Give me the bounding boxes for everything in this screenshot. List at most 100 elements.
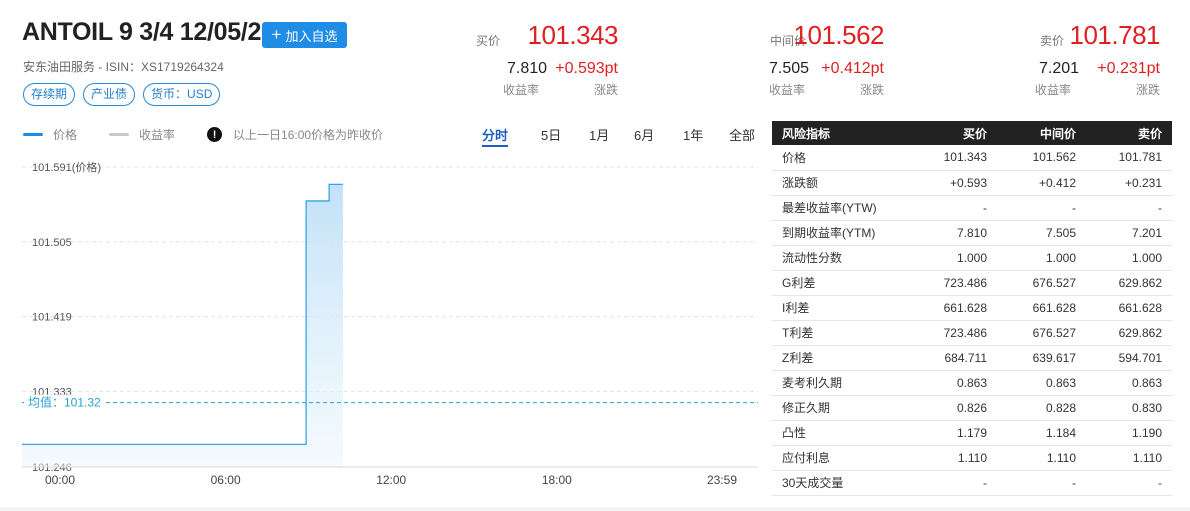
risk-table: 风险指标 买价 中间价 卖价 价格 101.343 101.562 101.781 涨跌… [772, 121, 1172, 496]
price-area [22, 184, 343, 467]
tab-5-day[interactable]: 5日 [541, 125, 561, 144]
risk-metric-value: 7.201 [1080, 220, 1172, 246]
risk-metric-value: - [915, 470, 991, 496]
tag-industry-bond[interactable]: 产业债 [83, 83, 136, 106]
risk-metric-name: T利差 [772, 320, 915, 346]
risk-metric-name: Z利差 [772, 345, 915, 371]
tab-1-year[interactable]: 1年 [683, 125, 703, 144]
add-watchlist-label: 加入自选 [285, 28, 338, 44]
bid-yield-label: 收益率 [503, 83, 540, 97]
y-tick-label: 101.505 [32, 237, 72, 249]
tab-1-month[interactable]: 1月 [589, 125, 609, 144]
risk-metric-value: 1.190 [1080, 420, 1172, 446]
yield-line-swatch [109, 133, 130, 136]
bond-title: ANTOIL 9 3/4 12/05/20 [22, 18, 275, 46]
risk-metric-value: 7.505 [991, 220, 1080, 246]
ask-price: 101.781 [1069, 20, 1161, 50]
risk-metric-value: 629.862 [1080, 320, 1172, 346]
table-row: 应付利息 1.110 1.110 1.110 [772, 445, 1172, 471]
table-row: 凸性 1.179 1.184 1.190 [772, 420, 1172, 446]
risk-metric-value: 676.527 [991, 270, 1080, 296]
table-row: I利差 661.628 661.628 661.628 [772, 295, 1172, 321]
risk-metric-value: 0.863 [915, 370, 991, 396]
table-row: 价格 101.343 101.562 101.781 [772, 145, 1172, 171]
table-row: 麦考利久期 0.863 0.863 0.863 [772, 370, 1172, 396]
risk-metric-value: 1.000 [915, 245, 991, 271]
risk-metric-value: 1.110 [915, 445, 991, 471]
table-row: T利差 723.486 676.527 629.862 [772, 320, 1172, 346]
x-tick-label: 18:00 [542, 473, 572, 487]
table-row: 最差收益率(YTW) - - - [772, 195, 1172, 221]
table-row: 修正久期 0.826 0.828 0.830 [772, 395, 1172, 421]
risk-header-ask: 卖价 [1080, 121, 1172, 145]
table-row: 到期收益率(YTM) 7.810 7.505 7.201 [772, 220, 1172, 246]
risk-metric-value: 684.711 [915, 345, 991, 371]
bid-change: +0.593pt [555, 60, 618, 77]
x-tick-label: 12:00 [376, 473, 406, 487]
bid-label: 买价 [475, 34, 500, 48]
risk-metric-value: 1.184 [991, 420, 1080, 446]
tag-duration[interactable]: 存续期 [23, 83, 76, 106]
intraday-chart-svg: 101.591(价格)101.505101.419101.333101.246均… [22, 160, 758, 487]
tag-list: 存续期 产业债 货币：USD [23, 83, 221, 106]
risk-metric-value: 1.179 [915, 420, 991, 446]
x-tick-label: 23:59 [707, 473, 737, 487]
table-row: 30天成交量 - - - [772, 470, 1172, 496]
bid-quote: 买价 101.343 7.810 收益率 +0.593pt 涨跌 [460, 18, 640, 98]
legend-price-label: 价格 [53, 128, 78, 142]
risk-metric-value: 0.830 [1080, 395, 1172, 421]
risk-metric-value: +0.231 [1080, 170, 1172, 196]
risk-metric-value: 723.486 [915, 320, 991, 346]
info-icon: ! [207, 127, 223, 142]
price-line-swatch [23, 133, 43, 136]
risk-header-mid: 中间价 [991, 121, 1080, 145]
risk-metric-value: 0.826 [915, 395, 991, 421]
risk-metric-name: G利差 [772, 270, 915, 296]
table-row: 涨跌额 +0.593 +0.412 +0.231 [772, 170, 1172, 196]
tab-6-month[interactable]: 6月 [634, 125, 654, 144]
average-label: 均值：101.32 [28, 395, 101, 410]
risk-metric-value: 594.701 [1080, 345, 1172, 371]
risk-metric-value: 7.810 [915, 220, 991, 246]
legend-price[interactable]: 价格 [23, 126, 77, 143]
risk-metric-value: 0.863 [1080, 370, 1172, 396]
chart-legend: 价格 收益率 ! 以上一日16:00价格为昨收价 [23, 126, 415, 143]
risk-metric-value: - [991, 195, 1080, 221]
risk-metric-name: I利差 [772, 295, 915, 321]
risk-metric-value: 101.781 [1080, 145, 1172, 171]
tab-all[interactable]: 全部 [729, 125, 755, 144]
risk-metric-name: 修正久期 [772, 395, 915, 421]
page-bottom-border [0, 507, 1190, 511]
tab-intraday[interactable]: 分时 [482, 125, 509, 147]
risk-metric-value: - [991, 470, 1080, 496]
risk-metric-value: 1.000 [1080, 245, 1172, 271]
risk-metric-name: 到期收益率(YTM) [772, 220, 915, 246]
risk-header-metric: 风险指标 [772, 121, 915, 145]
mid-price: 101.562 [793, 20, 885, 50]
y-axis-label: 101.591(价格) [32, 160, 101, 174]
intraday-chart[interactable]: 101.591(价格) 101.505 101.419 101.333 101.246 均… [0, 150, 760, 495]
tag-currency[interactable]: 货币：USD [143, 83, 221, 106]
risk-metric-name: 30天成交量 [772, 470, 915, 496]
mid-change: +0.412pt [821, 60, 884, 77]
risk-metric-value: +0.593 [915, 170, 991, 196]
risk-metric-value: 661.628 [991, 295, 1080, 321]
risk-metric-value: - [1080, 470, 1172, 496]
risk-metric-value: - [915, 195, 991, 221]
risk-metric-value: 661.628 [1080, 295, 1172, 321]
risk-metric-value: 723.486 [915, 270, 991, 296]
risk-metric-name: 应付利息 [772, 445, 915, 471]
add-watchlist-button[interactable]: + 加入自选 [262, 22, 347, 48]
bid-yield: 7.810 [507, 60, 548, 77]
legend-yield[interactable]: 收益率 [109, 126, 175, 143]
risk-metric-value: - [1080, 195, 1172, 221]
risk-metric-name: 价格 [772, 145, 915, 171]
mid-change-label: 涨跌 [859, 83, 884, 97]
y-tick-label: 101.419 [32, 312, 72, 324]
risk-metric-value: 639.617 [991, 345, 1080, 371]
risk-metric-name: 流动性分数 [772, 245, 915, 271]
mid-yield: 7.505 [769, 60, 810, 77]
risk-metric-value: 101.343 [915, 145, 991, 171]
plus-icon: + [271, 24, 282, 44]
legend-note: ! 以上一日16:00价格为昨收价 [207, 126, 383, 143]
